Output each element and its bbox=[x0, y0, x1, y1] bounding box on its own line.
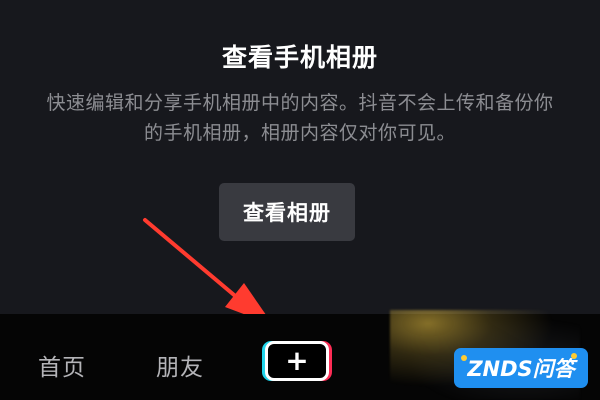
page-title: 查看手机相册 bbox=[221, 43, 378, 72]
album-description: 快速编辑和分享手机相册中的内容。抖音不会上传和备份你的手机相册，相册内容仅对你可… bbox=[46, 92, 554, 144]
view-album-button[interactable]: 查看相册 bbox=[219, 183, 355, 241]
watermark-logo: ZNDS问答 bbox=[454, 348, 588, 388]
watermark-dot-icon bbox=[571, 353, 577, 359]
watermark-dot-icon bbox=[461, 355, 467, 361]
plus-icon: + bbox=[285, 344, 309, 377]
watermark-text: ZNDS问答 bbox=[467, 357, 575, 381]
nav-item-home[interactable]: 首页 bbox=[38, 348, 86, 382]
album-permission-screen: 查看手机相册 快速编辑和分享手机相册中的内容。抖音不会上传和备份你的手机相册，相… bbox=[0, 0, 600, 400]
create-button[interactable]: + bbox=[265, 341, 329, 381]
nav-item-friends[interactable]: 朋友 bbox=[156, 348, 204, 382]
